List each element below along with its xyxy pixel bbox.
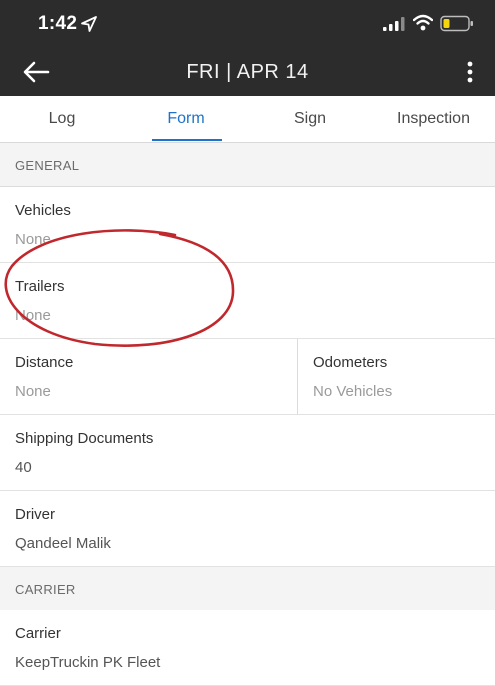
carrier-value: KeepTruckin PK Fleet <box>15 654 161 671</box>
cellular-signal-icon <box>383 17 405 31</box>
field-carrier[interactable]: Carrier KeepTruckin PK Fleet <box>0 610 495 686</box>
field-vehicles[interactable]: Vehicles None <box>0 187 495 263</box>
wifi-icon <box>413 14 433 31</box>
tab-inspection[interactable]: Inspection <box>372 96 495 142</box>
distance-label: Distance <box>15 354 74 371</box>
field-odometers[interactable]: Odometers No Vehicles <box>298 339 495 415</box>
status-time: 1:42 <box>38 13 78 34</box>
tab-form[interactable]: Form <box>124 96 248 142</box>
location-arrow-icon <box>81 16 97 32</box>
battery-low-icon <box>440 15 473 32</box>
more-vertical-icon[interactable] <box>460 59 480 85</box>
trailers-label: Trailers <box>15 278 65 295</box>
carrier-label: Carrier <box>15 625 61 642</box>
section-header-general: GENERAL <box>0 143 495 187</box>
section-header-carrier: CARRIER <box>0 567 495 611</box>
section-title-general: GENERAL <box>15 158 80 173</box>
field-driver[interactable]: Driver Qandeel Malik <box>0 491 495 567</box>
page-title: FRI | APR 14 <box>186 61 309 83</box>
status-bar: 1:42 <box>0 0 495 50</box>
tab-bar: Log Form Sign Inspection <box>0 96 495 143</box>
section-title-carrier: CARRIER <box>15 582 76 597</box>
tab-log[interactable]: Log <box>0 96 124 142</box>
shipping-documents-label: Shipping Documents <box>15 430 154 447</box>
field-trailers[interactable]: Trailers None <box>0 263 495 339</box>
trailers-value: None <box>15 307 51 324</box>
shipping-documents-value: 40 <box>15 459 32 476</box>
field-distance[interactable]: Distance None <box>0 339 298 415</box>
active-tab-indicator <box>152 139 222 141</box>
driver-label: Driver <box>15 506 55 523</box>
distance-value: None <box>15 383 51 400</box>
tab-sign[interactable]: Sign <box>248 96 372 142</box>
vehicles-value: None <box>15 231 51 248</box>
app-bar: FRI | APR 14 <box>0 50 495 96</box>
odometers-label: Odometers <box>313 354 388 371</box>
field-shipping-documents[interactable]: Shipping Documents 40 <box>0 415 495 491</box>
driver-value: Qandeel Malik <box>15 535 111 552</box>
vehicles-label: Vehicles <box>15 202 71 219</box>
odometers-value: No Vehicles <box>313 383 393 400</box>
